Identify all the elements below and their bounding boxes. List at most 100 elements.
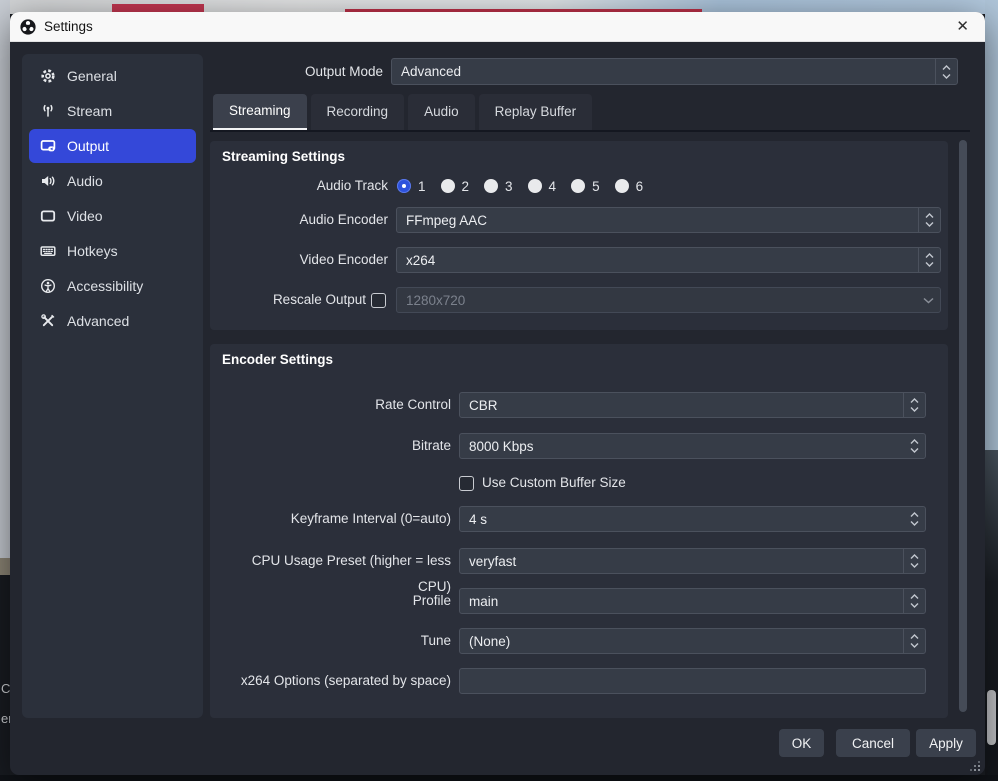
custom-buffer-checkbox[interactable] — [459, 476, 474, 491]
sidebar-item-label: Stream — [67, 103, 112, 119]
radio-label: 3 — [505, 179, 513, 194]
dropdown-arrows — [918, 208, 940, 232]
output-tabs: Streaming Recording Audio Replay Buffer — [213, 94, 592, 130]
audio-track-radio-5[interactable]: 5 — [571, 179, 600, 194]
radio-circle — [571, 179, 585, 193]
rescale-output-label: Rescale Output — [220, 287, 366, 313]
resize-grip[interactable] — [968, 759, 980, 771]
audio-track-radio-4[interactable]: 4 — [528, 179, 557, 194]
profile-value: main — [469, 594, 498, 609]
sidebar-item-audio[interactable]: Audio — [29, 164, 196, 198]
spin-up-arrow[interactable] — [910, 439, 919, 445]
radio-circle — [484, 179, 498, 193]
dropdown-arrows — [935, 59, 957, 84]
ok-button[interactable]: OK — [779, 729, 824, 757]
sidebar-item-hotkeys[interactable]: Hotkeys — [29, 234, 196, 268]
audio-track-radio-6[interactable]: 6 — [615, 179, 644, 194]
audio-track-radio-3[interactable]: 3 — [484, 179, 513, 194]
keyframe-interval-label: Keyframe Interval (0=auto) — [220, 506, 451, 532]
sidebar-item-accessibility[interactable]: Accessibility — [29, 269, 196, 303]
rescale-output-checkbox[interactable] — [371, 293, 386, 308]
sidebar-item-stream[interactable]: Stream — [29, 94, 196, 128]
sidebar-item-output[interactable]: Output — [29, 129, 196, 163]
profile-select[interactable]: main — [459, 588, 926, 614]
video-encoder-select[interactable]: x264 — [396, 247, 941, 273]
keyframe-interval-value: 4 s — [469, 512, 487, 527]
rescale-resolution-combo[interactable]: 1280x720 — [396, 287, 941, 313]
desktop-bottom-strip — [0, 775, 998, 781]
rate-control-value: CBR — [469, 398, 498, 413]
output-mode-label: Output Mode — [190, 58, 383, 85]
radio-circle — [528, 179, 542, 193]
close-icon[interactable]: ✕ — [950, 12, 975, 42]
titlebar[interactable]: Settings ✕ — [10, 12, 985, 42]
screen: Ca er Settings ✕ — [0, 0, 998, 781]
output-icon — [40, 138, 56, 154]
tab-separator — [210, 130, 970, 132]
keyframe-interval-spinner[interactable]: 4 s — [459, 506, 926, 532]
bitrate-label: Bitrate — [220, 433, 451, 459]
group-title: Encoder Settings — [222, 352, 333, 367]
tune-value: (None) — [469, 634, 510, 649]
video-encoder-value: x264 — [406, 253, 435, 268]
group-title: Streaming Settings — [222, 149, 345, 164]
streaming-settings-group: Streaming Settings Audio Track 1 2 3 4 — [210, 141, 948, 330]
dropdown-arrows — [903, 549, 925, 573]
output-mode-select[interactable]: Advanced — [391, 58, 958, 85]
audio-track-radio-1[interactable]: 1 — [397, 179, 426, 194]
cancel-button[interactable]: Cancel — [836, 729, 910, 757]
sidebar-item-label: Hotkeys — [67, 243, 118, 259]
tune-label: Tune — [220, 628, 451, 654]
sidebar-item-label: General — [67, 68, 117, 84]
tab-audio[interactable]: Audio — [408, 94, 475, 130]
sidebar-item-label: Audio — [67, 173, 103, 189]
obs-logo-icon — [20, 19, 36, 35]
rescale-resolution-value: 1280x720 — [406, 293, 465, 308]
bitrate-value: 8000 Kbps — [469, 439, 534, 454]
radio-label: 5 — [592, 179, 600, 194]
window-title: Settings — [44, 19, 93, 34]
gear-icon — [40, 68, 56, 84]
content-scrollbar[interactable] — [959, 140, 967, 712]
apply-button[interactable]: Apply — [916, 729, 976, 757]
audio-encoder-value: FFmpeg AAC — [406, 213, 487, 228]
radio-circle — [615, 179, 629, 193]
spinner-arrows — [903, 434, 925, 458]
rate-control-select[interactable]: CBR — [459, 392, 926, 418]
encoder-settings-group: Encoder Settings Rate Control CBR Bitrat… — [210, 344, 948, 718]
cpu-preset-value: veryfast — [469, 554, 516, 569]
audio-encoder-select[interactable]: FFmpeg AAC — [396, 207, 941, 233]
desktop-right-strip — [985, 0, 998, 450]
tools-icon — [40, 313, 56, 329]
tab-replay-buffer[interactable]: Replay Buffer — [479, 94, 593, 130]
radio-circle — [397, 179, 411, 193]
audio-track-radio-2[interactable]: 2 — [441, 179, 470, 194]
spin-up-arrow[interactable] — [910, 512, 919, 518]
antenna-icon — [40, 103, 56, 119]
dropdown-arrows — [903, 393, 925, 417]
custom-buffer-label: Use Custom Buffer Size — [482, 470, 626, 496]
bitrate-spinner[interactable]: 8000 Kbps — [459, 433, 926, 459]
desktop-left-thumbnail — [0, 558, 10, 575]
desktop-left-strip — [0, 0, 10, 558]
tab-recording[interactable]: Recording — [311, 94, 405, 130]
sidebar-item-advanced[interactable]: Advanced — [29, 304, 196, 338]
x264-options-input[interactable] — [459, 668, 926, 694]
sidebar-item-label: Video — [67, 208, 103, 224]
cpu-preset-label: CPU Usage Preset (higher = less CPU) — [220, 548, 451, 574]
sidebar-item-general[interactable]: General — [29, 59, 196, 93]
keyboard-icon — [40, 243, 56, 259]
tune-select[interactable]: (None) — [459, 628, 926, 654]
tab-streaming[interactable]: Streaming — [213, 94, 307, 130]
sidebar-item-video[interactable]: Video — [29, 199, 196, 233]
profile-label: Profile — [220, 588, 451, 614]
spin-down-arrow[interactable] — [910, 520, 919, 526]
radio-label: 6 — [636, 179, 644, 194]
cpu-preset-select[interactable]: veryfast — [459, 548, 926, 574]
x264-options-label: x264 Options (separated by space) — [220, 668, 451, 694]
spin-down-arrow[interactable] — [910, 447, 919, 453]
monitor-icon — [40, 208, 56, 224]
radio-circle — [441, 179, 455, 193]
radio-label: 1 — [418, 179, 426, 194]
spinner-arrows — [903, 507, 925, 531]
